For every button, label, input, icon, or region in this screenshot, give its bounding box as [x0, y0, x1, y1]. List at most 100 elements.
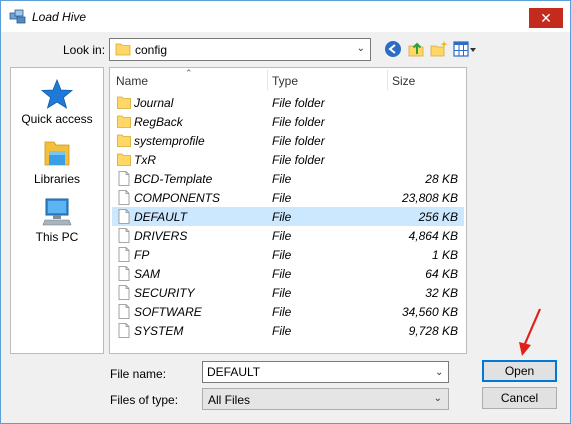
file-size: 1 KB [431, 248, 458, 262]
chevron-down-icon: ⌄ [433, 393, 442, 404]
places-bar: Quick access Libraries This PC [10, 67, 104, 354]
file-row[interactable]: DRIVERS File 4,864 KB [112, 226, 464, 245]
back-icon[interactable] [384, 40, 402, 58]
file-size: 28 KB [425, 172, 458, 186]
file-name: DEFAULT [134, 210, 187, 224]
file-icon [118, 323, 130, 338]
lookin-label: Look in: [63, 43, 106, 57]
annotation-arrow-icon [519, 308, 542, 356]
file-row[interactable]: SOFTWARE File 34,560 KB [112, 302, 464, 321]
lookin-value: config [135, 43, 168, 57]
file-name: systemprofile [134, 134, 205, 148]
file-type: File [272, 305, 292, 319]
file-icon [118, 285, 130, 300]
column-header-type[interactable]: Type [272, 74, 298, 88]
file-size: 4,864 KB [408, 229, 458, 243]
open-button[interactable]: Open [482, 360, 557, 382]
window-title: Load Hive [32, 10, 87, 24]
file-row[interactable]: systemprofile File folder [112, 131, 464, 150]
file-name: Journal [134, 96, 174, 110]
file-name: RegBack [134, 115, 183, 129]
chevron-down-icon[interactable]: ⌄ [435, 367, 443, 378]
file-row[interactable]: COMPONENTS File 23,808 KB [112, 188, 464, 207]
file-type: File [272, 210, 292, 224]
folder-icon [117, 153, 131, 166]
file-size: 9,728 KB [408, 324, 458, 338]
file-name: SAM [134, 267, 161, 281]
file-name: SECURITY [134, 286, 195, 300]
star-icon [40, 78, 74, 109]
column-divider[interactable] [267, 70, 268, 90]
place-label: Quick access [21, 112, 93, 126]
file-type: File [272, 172, 292, 186]
file-row[interactable]: DEFAULT File 256 KB [112, 207, 464, 226]
load-hive-dialog: Load Hive ✕ Look in: config ⌄ Quick acce… [0, 0, 571, 424]
filename-input[interactable] [202, 361, 449, 383]
file-name: FP [134, 248, 150, 262]
column-divider[interactable] [387, 70, 388, 90]
place-label: This PC [35, 230, 79, 244]
new-folder-icon[interactable] [430, 40, 448, 58]
filename-label: File name: [110, 367, 167, 381]
file-icon [118, 209, 130, 224]
folder-icon [117, 115, 131, 128]
file-icon [118, 247, 130, 262]
file-type: File [272, 324, 292, 338]
file-row[interactable]: SAM File 64 KB [112, 264, 464, 283]
file-name: COMPONENTS [134, 191, 221, 205]
file-row[interactable]: FP File 1 KB [112, 245, 464, 264]
filetype-value: All Files [208, 393, 251, 407]
place-libraries[interactable]: Libraries [11, 138, 103, 186]
place-this-pc[interactable]: This PC [11, 196, 103, 244]
libraries-icon [44, 141, 70, 166]
file-row[interactable]: BCD-Template File 28 KB [112, 169, 464, 188]
file-name: SYSTEM [134, 324, 184, 338]
file-row[interactable]: SECURITY File 32 KB [112, 283, 464, 302]
file-icon [118, 171, 130, 186]
chevron-down-icon: ⌄ [356, 43, 365, 54]
file-icon [118, 266, 130, 281]
file-type: File folder [272, 134, 325, 148]
file-type: File [272, 191, 292, 205]
filetype-label: Files of type: [110, 393, 179, 407]
file-row[interactable]: Journal File folder [112, 93, 464, 112]
column-header-name[interactable]: Name [116, 74, 148, 88]
file-type: File [272, 248, 292, 262]
file-size: 34,560 KB [401, 305, 458, 319]
cancel-button[interactable]: Cancel [482, 387, 557, 409]
file-size: 32 KB [425, 286, 458, 300]
file-type: File [272, 229, 292, 243]
file-type: File folder [272, 115, 325, 129]
computer-icon [42, 198, 72, 226]
file-list[interactable]: ⌃ Name Type Size Journal File folder RegBa… [109, 67, 467, 354]
file-type: File folder [272, 153, 325, 167]
file-size: 256 KB [418, 210, 458, 224]
file-type: File [272, 267, 292, 281]
folder-icon [115, 43, 131, 56]
file-name: BCD-Template [134, 172, 213, 186]
file-name: TxR [134, 153, 156, 167]
file-row[interactable]: SYSTEM File 9,728 KB [112, 321, 464, 340]
filetype-select[interactable]: All Files ⌄ [202, 388, 449, 410]
file-size: 23,808 KB [401, 191, 458, 205]
regedit-icon [9, 9, 26, 24]
file-icon [118, 304, 130, 319]
place-quick-access[interactable]: Quick access [11, 78, 103, 126]
file-name: DRIVERS [134, 229, 188, 243]
file-type: File [272, 286, 292, 300]
file-icon [118, 190, 130, 205]
folder-icon [117, 134, 131, 147]
up-folder-icon[interactable] [407, 40, 425, 58]
file-name: SOFTWARE [134, 305, 202, 319]
file-row[interactable]: TxR File folder [112, 150, 464, 169]
place-label: Libraries [33, 172, 81, 186]
column-header-size[interactable]: Size [392, 74, 415, 88]
folder-icon [117, 96, 131, 109]
title-bar: Load Hive ✕ [1, 1, 570, 32]
file-size: 64 KB [425, 267, 458, 281]
view-menu-icon[interactable] [453, 40, 477, 58]
close-button[interactable]: ✕ [529, 8, 563, 28]
file-type: File folder [272, 96, 325, 110]
file-row[interactable]: RegBack File folder [112, 112, 464, 131]
lookin-combobox[interactable]: config ⌄ [109, 38, 371, 61]
